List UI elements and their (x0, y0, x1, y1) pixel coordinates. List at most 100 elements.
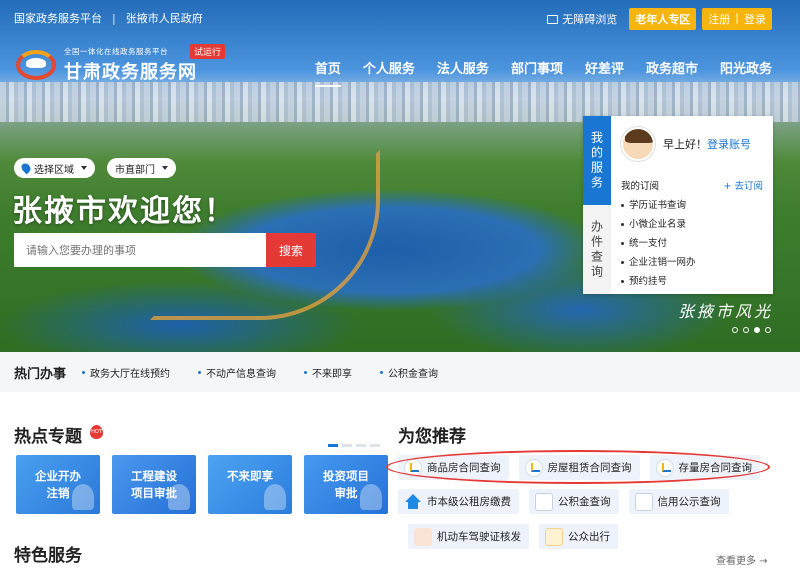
nav-item-market[interactable]: 政务超市 (646, 58, 698, 83)
top-bar: 国家政务服务平台 | 张掖市人民政府 无障碍浏览 老年人专区 注册 | 登录 (0, 0, 800, 34)
trial-badge: 试运行 (190, 44, 226, 59)
nav-item-department[interactable]: 部门事项 (511, 58, 563, 83)
chip-label: 公积金查询 (558, 496, 611, 508)
carousel-dot[interactable] (743, 327, 749, 333)
auth-buttons: 注册 | 登录 (702, 8, 772, 30)
city-gov-link[interactable]: 张掖市人民政府 (126, 10, 203, 26)
list-item[interactable]: 小微企业名录 (621, 215, 763, 234)
list-item[interactable]: 预约挂号 (621, 272, 763, 291)
list-item[interactable]: 学历证书查询 (621, 196, 763, 215)
pager-dot[interactable] (370, 444, 380, 447)
search-bar: 搜索 (14, 233, 316, 267)
welcome-heading: 张掖市欢迎您！ (12, 194, 236, 229)
topic-card-business-setup[interactable]: 企业开办 注销 (16, 455, 100, 514)
tab-my-services[interactable]: 我的服务 (583, 116, 611, 205)
rec-driver-license[interactable]: 机动车驾驶证核发 (408, 524, 529, 549)
subscription-list: 学历证书查询 小微企业名录 统一支付 企业注销一网办 预约挂号 (621, 196, 763, 291)
tab-case-query[interactable]: 办件查询 (583, 205, 611, 294)
main-nav: 首页 个人服务 法人服务 部门事项 好差评 政务超市 阳光政务 (314, 58, 772, 87)
monitor-icon (547, 14, 559, 24)
platform-link[interactable]: 国家政务服务平台 (14, 10, 102, 26)
chip-label: 市本级公租房缴费 (427, 496, 511, 508)
chevron-down-icon (81, 166, 87, 170)
hot-services-bar: 热门办事 政务大厅在线预约 不动产信息查询 不来即享 公积金查询 (0, 352, 800, 392)
chevron-down-icon (162, 166, 168, 170)
dept-select-label: 市直部门 (115, 164, 155, 176)
pager-dot[interactable] (342, 444, 352, 447)
pager-dot[interactable] (356, 444, 366, 447)
elder-zone-button[interactable]: 老年人专区 (629, 8, 697, 30)
avatar (621, 127, 655, 161)
hot-link-no-visit[interactable]: 不来即享 (304, 365, 352, 380)
list-item[interactable]: 统一支付 (621, 234, 763, 253)
site-logo[interactable]: 全国一体化在线政务服务平台 甘肃政务服务网 (14, 46, 197, 84)
login-account-link[interactable]: 登录账号 (707, 138, 751, 151)
card-label: 投资项目 (323, 469, 369, 483)
nav-item-rating[interactable]: 好差评 (585, 58, 624, 83)
pager-dot-active[interactable] (328, 444, 338, 447)
nav-item-personal[interactable]: 个人服务 (363, 58, 415, 83)
accessibility-label: 无障碍浏览 (562, 13, 618, 26)
subscription-title: 我的订阅 (621, 181, 660, 192)
register-button[interactable]: 注册 (708, 11, 730, 27)
card-label: 审批 (334, 486, 358, 500)
bus-icon (545, 527, 563, 546)
card-label: 工程建设 (131, 469, 177, 483)
topic-cards: 企业开办 注销 工程建设 项目审批 不来即享 投资项目 审批 (16, 455, 388, 514)
chip-label: 机动车驾驶证核发 (437, 531, 521, 543)
hot-services-title: 热门办事 (14, 366, 67, 382)
topic-card-no-visit[interactable]: 不来即享 (208, 455, 292, 514)
chip-label: 信用公示查询 (657, 496, 721, 508)
id-card-icon (414, 527, 432, 546)
hot-topics-title: 热点专题 (14, 427, 82, 447)
nav-item-corporate[interactable]: 法人服务 (437, 58, 489, 83)
rec-public-rental[interactable]: 市本级公租房缴费 (398, 489, 519, 514)
logo-mark-icon (14, 46, 58, 84)
topic-card-construction[interactable]: 工程建设 项目审批 (112, 455, 196, 514)
login-button[interactable]: 登录 (744, 11, 766, 27)
hot-link-fund-query[interactable]: 公积金查询 (380, 365, 438, 380)
carousel-dot[interactable] (732, 327, 738, 333)
view-more-link[interactable]: 查看更多 (716, 552, 768, 567)
logo-title: 甘肃政务服务网 (64, 62, 197, 83)
person-illustration-icon (264, 484, 286, 510)
topic-card-investment[interactable]: 投资项目 审批 (304, 455, 388, 514)
card-label: 不来即享 (227, 469, 273, 483)
region-select-label: 选择区域 (34, 164, 74, 176)
service-panel: 我的服务 办件查询 早上好！登录账号 我的订阅 + 去订阅 学历证书查询 小微企… (583, 116, 773, 294)
carousel-dot[interactable] (765, 327, 771, 333)
accessibility-link[interactable]: 无障碍浏览 (547, 11, 617, 27)
greeting-text: 早上好！ (663, 138, 707, 151)
hot-link-property-query[interactable]: 不动产信息查询 (198, 365, 276, 380)
separator: | (112, 11, 116, 25)
list-item[interactable]: 企业注销一网办 (621, 253, 763, 272)
location-pin-icon (19, 161, 33, 175)
card-label: 项目审批 (131, 486, 177, 500)
rec-credit-info[interactable]: 信用公示查询 (628, 489, 729, 514)
search-button[interactable]: 搜索 (266, 233, 316, 267)
subscribe-link[interactable]: + 去订阅 (724, 178, 763, 192)
carousel-dot-active[interactable] (754, 327, 760, 333)
card-label: 注销 (46, 486, 70, 500)
logo-subtitle: 全国一体化在线政务服务平台 (64, 47, 168, 56)
recommend-title: 为您推荐 (398, 427, 466, 447)
chip-label: 公众出行 (568, 531, 610, 543)
scenery-slogan: 张掖市风光 (678, 302, 774, 321)
highlight-oval (386, 450, 770, 484)
topic-pager (328, 444, 380, 447)
nav-item-home[interactable]: 首页 (314, 58, 341, 87)
rec-housing-fund[interactable]: 公积金查询 (529, 489, 619, 514)
search-input[interactable] (14, 233, 266, 267)
recommend-row: 市本级公租房缴费 公积金查询 信用公示查询 (398, 489, 729, 514)
hot-link-hall-booking[interactable]: 政务大厅在线预约 (82, 365, 170, 380)
card-label: 企业开办 (35, 469, 81, 483)
hot-badge-icon: HOT (90, 425, 103, 439)
region-select[interactable]: 选择区域 (14, 158, 95, 178)
dept-select[interactable]: 市直部门 (107, 158, 176, 178)
nav-item-sunshine[interactable]: 阳光政务 (720, 58, 772, 83)
house-icon (404, 493, 422, 511)
auth-separator: | (735, 11, 739, 24)
document-icon (634, 492, 653, 511)
carousel-dots (732, 327, 771, 333)
rec-public-transport[interactable]: 公众出行 (539, 524, 618, 549)
